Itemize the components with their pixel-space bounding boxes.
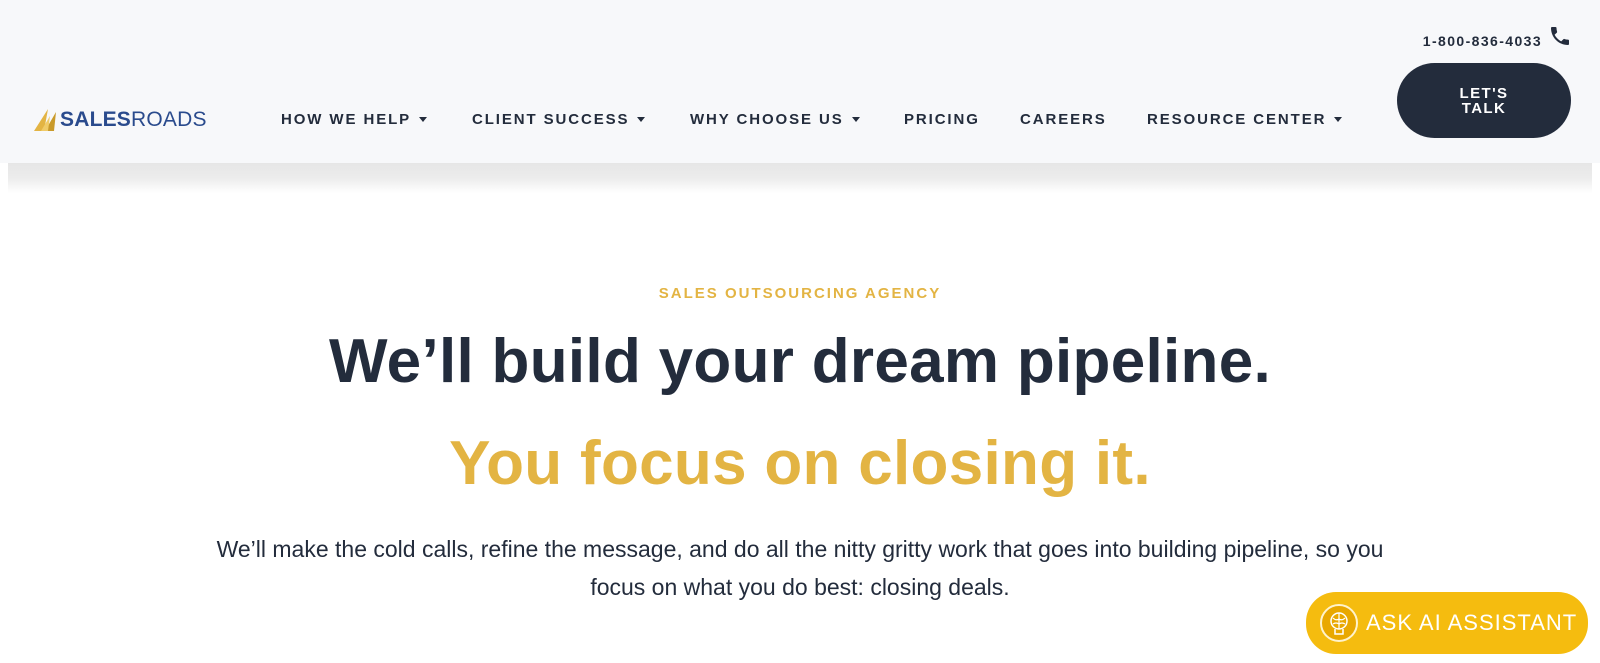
- nav-label: CLIENT SUCCESS: [472, 111, 630, 128]
- chevron-down-icon: [1334, 117, 1343, 122]
- main-nav: HOW WE HELP CLIENT SUCCESS WHY CHOOSE US…: [0, 111, 1400, 131]
- hero-subheadline: You focus on closing it.: [449, 429, 1151, 498]
- nav-label: RESOURCE CENTER: [1147, 111, 1327, 128]
- header-shadow: [8, 163, 1592, 193]
- chevron-down-icon: [419, 117, 428, 122]
- chevron-down-icon: [637, 117, 646, 122]
- nav-client-success[interactable]: CLIENT SUCCESS: [472, 111, 646, 128]
- chevron-down-icon: [851, 117, 860, 122]
- cta-label: LET'S TALK: [1459, 84, 1509, 117]
- nav-why-choose-us[interactable]: WHY CHOOSE US: [690, 111, 860, 128]
- ai-assistant-label: ASK AI ASSISTANT: [1366, 610, 1578, 635]
- ask-ai-assistant-button[interactable]: ASK AI ASSISTANT: [1306, 592, 1588, 654]
- ai-brain-icon: [1320, 604, 1358, 642]
- nav-label: CAREERS: [1020, 111, 1107, 128]
- phone-number[interactable]: 1-800-836-4033: [1423, 33, 1542, 49]
- nav-pricing[interactable]: PRICING: [904, 111, 980, 128]
- nav-how-we-help[interactable]: HOW WE HELP: [281, 111, 428, 128]
- site-header: SALESROADS 1-800-836-4033 HOW WE HELP CL…: [0, 0, 1600, 163]
- hero-body: We’ll make the cold calls, refine the me…: [216, 536, 1384, 600]
- nav-label: HOW WE HELP: [281, 111, 412, 128]
- nav-label: WHY CHOOSE US: [690, 111, 844, 128]
- hero-eyebrow: SALES OUTSOURCING AGENCY: [658, 285, 942, 302]
- phone-contact[interactable]: 1-800-836-4033: [1423, 33, 1542, 49]
- phone-icon[interactable]: [1548, 24, 1572, 48]
- lets-talk-button[interactable]: LET'S TALK: [1397, 63, 1571, 138]
- hero-headline: We’ll build your dream pipeline.: [328, 327, 1272, 396]
- nav-careers[interactable]: CAREERS: [1020, 111, 1107, 128]
- nav-resource-center[interactable]: RESOURCE CENTER: [1147, 111, 1343, 128]
- nav-label: PRICING: [904, 111, 980, 128]
